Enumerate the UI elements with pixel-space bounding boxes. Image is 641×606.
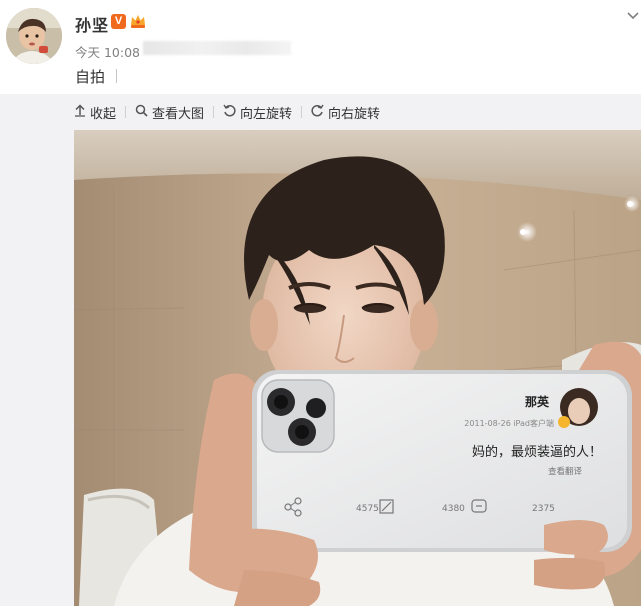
phone-stat-like: 2375 [532, 504, 555, 514]
magnifier-icon [135, 104, 148, 121]
rotate-left-button[interactable]: 向左旋转 [223, 103, 292, 122]
phone-stat-repost: 4575 [356, 504, 379, 514]
view-large-label: 查看大图 [152, 106, 205, 122]
phone-stat-comment: 4380 [442, 504, 465, 514]
phone-post-text: 妈的，最烦装逼的人！ [472, 444, 602, 460]
view-large-button[interactable]: 查看大图 [135, 103, 204, 122]
collapse-label: 收起 [90, 106, 117, 122]
post-header: 孙坚 V 今天 10:08 自拍 [0, 0, 641, 94]
username[interactable]: 孙坚 [75, 12, 109, 36]
rotate-right-button[interactable]: 向右旋转 [311, 103, 380, 122]
media-toolbar: 收起 查看大图 向左旋转 向右旋转 [74, 103, 380, 122]
text-divider [116, 69, 117, 83]
verified-badge: V [111, 14, 126, 29]
arrow-up-icon [74, 103, 86, 121]
toolbar-divider [301, 106, 303, 118]
post-photo[interactable]: 那英 2011-08-26 iPad客户端 妈的，最烦装逼的人！ 查看翻译 45… [74, 130, 641, 606]
collapse-button[interactable]: 收起 [74, 103, 116, 122]
rotate-left-label: 向左旋转 [240, 106, 293, 122]
chevron-down-icon[interactable] [627, 6, 639, 20]
phone-post-meta: 2011-08-26 iPad客户端 [464, 418, 554, 428]
phone-translate-label: 查看翻译 [548, 466, 583, 477]
phone-profile-name: 那英 [525, 394, 550, 409]
toolbar-divider [125, 106, 127, 118]
avatar[interactable] [6, 8, 62, 64]
post-timestamp[interactable]: 今天 10:08 [75, 42, 140, 61]
toolbar-divider [213, 106, 215, 118]
crown-badge-icon [129, 12, 147, 30]
rotate-right-label: 向右旋转 [328, 106, 381, 122]
rotate-right-icon [311, 104, 324, 121]
blurred-source [143, 41, 291, 55]
post-text: 自拍 [75, 68, 106, 86]
rotate-left-icon [223, 104, 236, 121]
